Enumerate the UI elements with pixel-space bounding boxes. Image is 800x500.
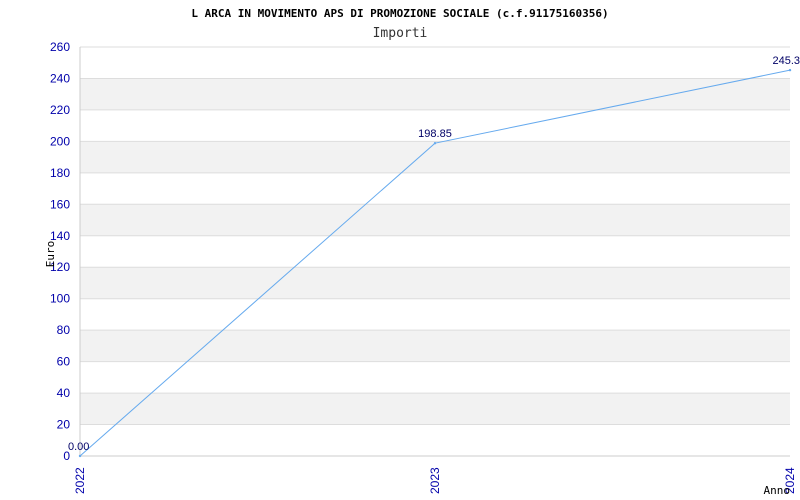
x-axis-label: Anno (764, 484, 791, 497)
data-point (433, 141, 437, 145)
x-tick-label: 2023 (428, 467, 442, 494)
grid-band (80, 393, 790, 425)
y-tick-label: 180 (50, 166, 70, 180)
data-label: 198.85 (418, 128, 452, 140)
y-tick-label: 20 (57, 418, 71, 432)
grid-band (80, 204, 790, 236)
data-label: 0.00 (68, 441, 89, 453)
chart-title: L ARCA IN MOVIMENTO APS DI PROMOZIONE SO… (191, 7, 608, 20)
grid-band (80, 141, 790, 173)
y-tick-label: 240 (50, 71, 70, 85)
y-tick-label: 60 (57, 355, 71, 369)
chart-subtitle: Importi (373, 26, 428, 41)
x-tick-labels: 2022 2023 2024 (73, 467, 797, 494)
grid-band (80, 330, 790, 362)
grid-band (80, 78, 790, 110)
y-tick-label: 40 (57, 386, 71, 400)
grid-band (80, 267, 790, 299)
chart: 020406080100120140160180200220240260 202… (44, 7, 800, 497)
x-tick-label: 2022 (73, 467, 87, 494)
y-tick-label: 140 (50, 229, 70, 243)
y-tick-label: 220 (50, 103, 70, 117)
data-point (78, 454, 82, 458)
y-tick-label: 160 (50, 197, 70, 211)
y-tick-label: 260 (50, 40, 70, 54)
y-axis-label: Euro (44, 241, 57, 268)
data-point (788, 68, 792, 72)
y-tick-label: 80 (57, 323, 71, 337)
y-tick-label: 100 (50, 292, 70, 306)
y-tick-label: 200 (50, 134, 70, 148)
data-label: 245.3 (772, 55, 800, 67)
